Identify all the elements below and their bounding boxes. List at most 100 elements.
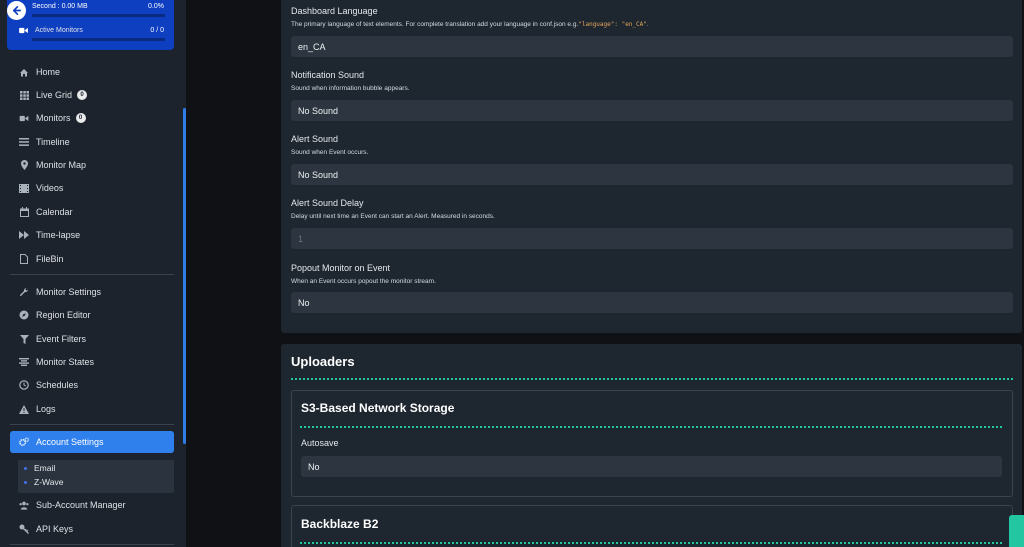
- storage-progress-bar: [32, 14, 165, 17]
- help-text-end: .: [646, 21, 649, 28]
- sidebar-item-monitor-map[interactable]: Monitor Map: [10, 154, 174, 176]
- submenu-item-label: Z-Wave: [34, 477, 64, 487]
- storage-second-label: Second : 0.00 MB: [32, 3, 88, 10]
- arrow-left-icon: [12, 6, 21, 15]
- align-icon: [19, 357, 29, 367]
- alert-sound-help: Sound when Event occurs.: [291, 149, 369, 156]
- sidebar-item-timeline[interactable]: Timeline: [10, 131, 174, 153]
- section-divider: [291, 378, 1013, 380]
- bullet-icon: [24, 480, 27, 484]
- monitors-progress-bar: [32, 38, 165, 41]
- sidebar-divider: [10, 544, 174, 545]
- grid-icon: [19, 90, 29, 100]
- active-monitors-label: Active Monitors: [35, 27, 83, 34]
- submenu-item-z-wave[interactable]: Z-Wave: [24, 477, 63, 487]
- sidebar-item-monitor-states[interactable]: Monitor States: [10, 351, 174, 373]
- fast-forward-icon: [19, 230, 29, 240]
- timeline-icon: [19, 137, 29, 147]
- floating-action-tab[interactable]: [1009, 515, 1024, 547]
- sidebar-item-label: Schedules: [36, 380, 79, 390]
- sidebar-item-api-keys[interactable]: API Keys: [10, 518, 174, 540]
- sidebar-item-label: Monitors: [36, 113, 71, 123]
- key-icon: [19, 524, 29, 534]
- sidebar-item-live-grid[interactable]: Live Grid 0: [10, 84, 174, 106]
- notification-sound-select[interactable]: No Sound: [291, 100, 1013, 121]
- sidebar-item-time-lapse[interactable]: Time-lapse: [10, 224, 174, 246]
- sidebar-item-label: Live Grid: [36, 90, 73, 100]
- sidebar-item-label: Timeline: [36, 137, 70, 147]
- section-divider: [300, 426, 1002, 428]
- account-submenu: Email Z-Wave: [18, 460, 174, 493]
- storage-second-percent: 0.0%: [148, 3, 164, 10]
- video-camera-icon: [18, 26, 28, 36]
- back-button[interactable]: [7, 1, 26, 20]
- notification-sound-label: Notification Sound: [291, 70, 365, 80]
- section-divider: [300, 542, 1002, 544]
- sidebar-item-label: Home: [36, 67, 61, 77]
- sidebar-item-calendar[interactable]: Calendar: [10, 201, 174, 223]
- sidebar-item-event-filters[interactable]: Event Filters: [10, 328, 174, 350]
- bullet-icon: [24, 466, 27, 470]
- active-monitors-row: Active Monitors: [12, 22, 172, 39]
- submenu-item-label: Email: [34, 463, 56, 473]
- sidebar-scrollbar[interactable]: [183, 108, 186, 444]
- warning-icon: [19, 404, 29, 414]
- dashboard-language-help: The primary language of text elements. F…: [291, 21, 649, 28]
- gears-icon: [19, 437, 29, 447]
- users-icon: [19, 500, 29, 510]
- s3-storage-title: S3-Based Network Storage: [301, 401, 455, 415]
- video-camera-icon: [19, 113, 29, 123]
- sidebar-item-region-editor[interactable]: Region Editor: [10, 304, 174, 326]
- film-icon: [19, 183, 29, 193]
- alert-sound-delay-help: Delay until next time an Event can start…: [291, 213, 495, 220]
- filter-icon: [19, 334, 29, 344]
- sidebar-divider: [10, 274, 174, 275]
- uploaders-title: Uploaders: [291, 354, 355, 369]
- sidebar-item-label: Monitor Map: [36, 160, 87, 170]
- sidebar-item-label: API Keys: [36, 524, 74, 534]
- sidebar-item-label: Sub-Account Manager: [36, 500, 126, 510]
- sidebar-item-videos[interactable]: Videos: [10, 177, 174, 199]
- backblaze-title: Backblaze B2: [301, 517, 379, 531]
- popout-monitor-label: Popout Monitor on Event: [291, 263, 391, 273]
- dashboard-language-label: Dashboard Language: [291, 6, 378, 16]
- popout-monitor-select[interactable]: No: [291, 292, 1013, 313]
- sidebar-item-label: Calendar: [36, 207, 73, 217]
- sidebar-item-filebin[interactable]: FileBin: [10, 248, 174, 270]
- map-marker-icon: [19, 160, 29, 170]
- help-text: The primary language of text elements. F…: [291, 21, 579, 28]
- sidebar-item-account-settings[interactable]: Account Settings: [10, 431, 174, 453]
- sidebar-item-schedules[interactable]: Schedules: [10, 374, 174, 396]
- sidebar-item-label: Logs: [36, 404, 56, 414]
- count-badge: 0: [77, 90, 88, 100]
- sidebar-item-label: Videos: [36, 183, 64, 193]
- submenu-item-email[interactable]: Email: [24, 463, 55, 473]
- count-badge: 0: [75, 113, 86, 123]
- sidebar-item-monitor-settings[interactable]: Monitor Settings: [10, 281, 174, 303]
- sidebar-item-label: Event Filters: [36, 334, 87, 344]
- active-monitors-value: 0 / 0: [150, 27, 164, 34]
- compass-icon: [19, 310, 29, 320]
- popout-monitor-help: When an Event occurs popout the monitor …: [291, 278, 436, 285]
- alert-sound-delay-input[interactable]: 1: [291, 228, 1013, 249]
- alert-sound-select[interactable]: No Sound: [291, 164, 1013, 185]
- sidebar-divider: [10, 424, 174, 425]
- sidebar-item-label: Monitor Settings: [36, 287, 102, 297]
- help-code: "language": "en_CA": [578, 21, 647, 28]
- sidebar-item-label: FileBin: [36, 254, 64, 264]
- sidebar-item-label: Monitor States: [36, 357, 95, 367]
- s3-autosave-label: Autosave: [301, 438, 339, 448]
- notification-sound-help: Sound when information bubble appears.: [291, 85, 410, 92]
- sidebar-item-sub-account-manager[interactable]: Sub-Account Manager: [10, 494, 174, 516]
- home-icon: [19, 67, 29, 77]
- dashboard-language-select[interactable]: en_CA: [291, 36, 1013, 57]
- sidebar-item-logs[interactable]: Logs: [10, 398, 174, 420]
- sidebar-item-monitors[interactable]: Monitors 0: [10, 107, 174, 129]
- sidebar-item-label: Region Editor: [36, 310, 91, 320]
- sidebar-item-home[interactable]: Home: [10, 61, 174, 83]
- wrench-icon: [19, 287, 29, 297]
- s3-autosave-select[interactable]: No: [301, 456, 1002, 477]
- alert-sound-label: Alert Sound: [291, 134, 339, 144]
- sidebar-item-label: Account Settings: [36, 437, 104, 447]
- calendar-icon: [19, 207, 29, 217]
